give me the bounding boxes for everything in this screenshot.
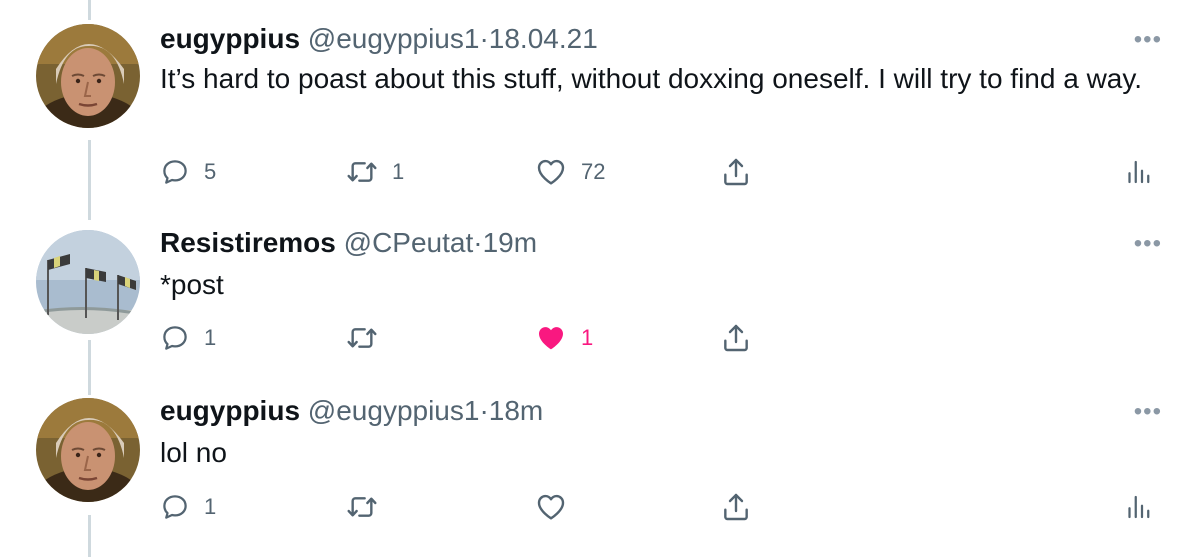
analytics-icon (1122, 157, 1152, 187)
handle[interactable]: @eugyppius1 (308, 23, 480, 54)
like-button[interactable] (535, 487, 567, 527)
separator: · (479, 395, 489, 426)
reply-icon (160, 323, 190, 353)
retweet-button[interactable]: 1 (346, 152, 404, 192)
retweet-icon (346, 156, 378, 188)
display-name[interactable]: eugyppius (160, 395, 300, 426)
share-button[interactable] (720, 318, 752, 358)
like-button[interactable]: 72 (535, 152, 605, 192)
like-button[interactable]: 1 (535, 318, 593, 358)
share-icon (720, 322, 752, 354)
like-count: 1 (581, 325, 594, 350)
display-name[interactable]: eugyppius (160, 23, 300, 54)
handle[interactable]: @eugyppius1 (308, 395, 480, 426)
share-icon (720, 156, 752, 188)
heart-filled-icon (535, 322, 567, 354)
retweet-button[interactable] (346, 318, 378, 358)
share-icon (720, 491, 752, 523)
action-bar: 1 (0, 487, 1200, 527)
share-button[interactable] (720, 487, 752, 527)
analytics-icon (1122, 492, 1152, 522)
reply-count: 1 (204, 494, 217, 519)
tweet-header: Resistiremos @CPeutat·19m (160, 226, 537, 260)
handle[interactable]: @CPeutat (344, 227, 474, 258)
tweet-header: eugyppius @eugyppius1·18m (160, 394, 543, 428)
more-icon[interactable]: ••• (1134, 400, 1162, 424)
thread-line (88, 0, 91, 20)
avatar[interactable] (36, 24, 140, 128)
like-count: 72 (581, 159, 606, 184)
separator: · (479, 23, 489, 54)
retweet-icon (346, 322, 378, 354)
reply-button[interactable]: 1 (160, 318, 216, 358)
retweet-count: 1 (392, 159, 405, 184)
more-icon[interactable]: ••• (1134, 28, 1162, 52)
heart-icon (535, 491, 567, 523)
tweet-text: *post (160, 269, 224, 300)
analytics-button[interactable] (1122, 152, 1152, 192)
reply-button[interactable]: 1 (160, 487, 216, 527)
action-bar: 1 1 (0, 318, 1200, 358)
separator: · (473, 227, 483, 258)
display-name[interactable]: Resistiremos (160, 227, 336, 258)
more-icon[interactable]: ••• (1134, 232, 1162, 256)
timestamp[interactable]: 18m (489, 395, 543, 426)
reply-button[interactable]: 5 (160, 152, 216, 192)
reply-icon (160, 157, 190, 187)
retweet-icon (346, 491, 378, 523)
tweet-text: It’s hard to poast about this stuff, wit… (160, 63, 1143, 94)
retweet-button[interactable] (346, 487, 378, 527)
tweet-header: eugyppius @eugyppius1·18.04.21 (160, 22, 598, 56)
reply-count: 5 (204, 159, 217, 184)
timestamp[interactable]: 18.04.21 (489, 23, 598, 54)
analytics-button[interactable] (1122, 487, 1152, 527)
reply-count: 1 (204, 325, 217, 350)
tweet-text: lol no (160, 437, 227, 468)
timestamp[interactable]: 19m (483, 227, 537, 258)
action-bar: 5 1 72 (0, 152, 1200, 192)
reply-icon (160, 492, 190, 522)
share-button[interactable] (720, 152, 752, 192)
heart-icon (535, 156, 567, 188)
